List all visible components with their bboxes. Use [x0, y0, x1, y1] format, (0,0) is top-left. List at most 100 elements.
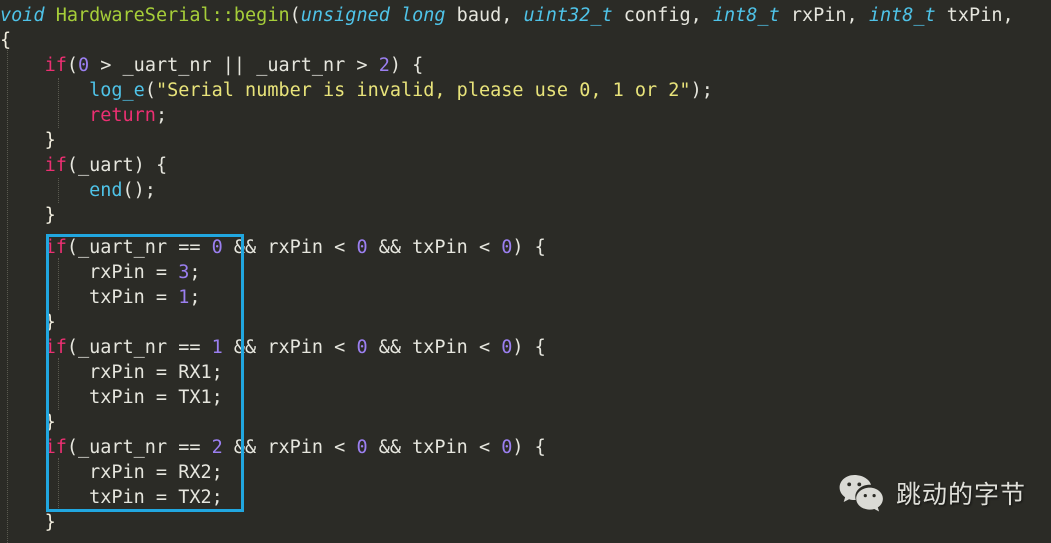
code-token: if — [44, 155, 67, 176]
code-line[interactable]: void HardwareSerial::begin(unsigned long… — [0, 3, 1014, 28]
code-token: && txPin < — [367, 337, 502, 358]
code-token: (); — [122, 180, 156, 201]
code-line[interactable]: if(_uart_nr == 1 && rxPin < 0 && txPin <… — [0, 335, 546, 360]
code-line[interactable]: rxPin = RX2; — [0, 460, 223, 485]
code-editor-area[interactable]: void HardwareSerial::begin(unsigned long… — [0, 0, 1051, 543]
code-token: (_uart_nr == — [66, 337, 212, 358]
code-line[interactable]: } — [0, 410, 56, 435]
code-token: ( — [144, 80, 156, 101]
code-token: 0 — [501, 337, 513, 358]
code-line[interactable]: if(0 > _uart_nr || _uart_nr > 2) { — [0, 53, 424, 78]
code-token: 0 — [356, 437, 368, 458]
code-token: if — [44, 337, 67, 358]
code-token: (_uart_nr == — [66, 237, 212, 258]
code-token: void — [0, 5, 45, 26]
code-token: 0 — [356, 337, 368, 358]
code-token: rxPin = — [0, 262, 179, 283]
code-token: && rxPin < — [222, 237, 357, 258]
code-token: 0 — [356, 237, 368, 258]
code-screenshot: void HardwareSerial::begin(unsigned long… — [0, 0, 1051, 543]
code-token: 3 — [178, 262, 190, 283]
code-token: rxPin = RX1; — [0, 362, 223, 383]
code-line[interactable]: } — [0, 128, 56, 153]
code-token: if — [44, 55, 67, 76]
code-token: 1 — [211, 337, 223, 358]
code-line[interactable]: } — [0, 510, 56, 535]
code-token: HardwareSerial::begin — [55, 5, 290, 26]
code-line[interactable]: } — [0, 310, 56, 335]
code-token: (_uart_nr == — [66, 437, 212, 458]
code-token: ; — [155, 105, 168, 126]
code-token: config, — [612, 5, 713, 26]
code-token: ); — [690, 80, 713, 101]
watermark-label: 跳动的字节 — [896, 480, 1027, 509]
code-token: } — [44, 130, 56, 151]
code-token: ( — [289, 5, 301, 26]
code-token: ) { — [389, 55, 424, 76]
code-token: 2 — [378, 55, 390, 76]
code-line[interactable]: rxPin = RX1; — [0, 360, 223, 385]
code-line[interactable]: log_e("Serial number is invalid, please … — [0, 78, 713, 103]
code-token: end — [89, 180, 123, 201]
code-token: int8_t — [868, 5, 936, 26]
code-token: 1 — [178, 287, 190, 308]
code-token: txPin = — [0, 287, 179, 308]
code-token: baud, — [445, 5, 524, 26]
code-token: 0 — [501, 237, 513, 258]
code-line[interactable]: txPin = 1; — [0, 285, 201, 310]
code-line[interactable]: txPin = TX2; — [0, 485, 223, 510]
code-token: rxPin = RX2; — [0, 462, 223, 483]
code-token: "Serial number is invalid, please use 0,… — [155, 80, 691, 101]
code-token: } — [44, 512, 56, 533]
watermark: 跳动的字节 — [838, 473, 1026, 513]
code-token: txPin = TX1; — [0, 387, 223, 408]
code-line[interactable]: if(_uart) { — [0, 153, 168, 178]
code-token: rxPin, — [779, 5, 869, 26]
code-line[interactable]: } — [0, 203, 56, 228]
code-token: txPin = TX2; — [0, 487, 223, 508]
code-line[interactable]: { — [0, 28, 11, 53]
code-token: ) { — [512, 437, 546, 458]
code-token: && txPin < — [367, 237, 502, 258]
code-token: (_uart) { — [66, 155, 168, 176]
code-line[interactable]: end(); — [0, 178, 156, 203]
code-token: } — [44, 312, 56, 333]
code-token: log_e — [89, 80, 145, 101]
code-token: } — [44, 412, 56, 433]
code-token: uint32_t — [523, 5, 613, 26]
code-token: if — [44, 437, 67, 458]
code-token: int8_t — [712, 5, 780, 26]
code-token: { — [0, 30, 12, 51]
code-token: 0 — [77, 55, 90, 76]
code-token: if — [44, 237, 67, 258]
code-token: ) { — [512, 337, 546, 358]
code-token: ) { — [512, 237, 546, 258]
code-token: 0 — [501, 437, 513, 458]
code-line[interactable]: if(_uart_nr == 2 && rxPin < 0 && txPin <… — [0, 435, 546, 460]
code-token: 2 — [211, 437, 223, 458]
code-line[interactable]: rxPin = 3; — [0, 260, 200, 285]
code-line[interactable]: txPin = TX1; — [0, 385, 223, 410]
code-token: } — [44, 205, 56, 226]
wechat-logo-icon — [838, 473, 886, 513]
code-token: > _uart_nr || _uart_nr > — [89, 55, 379, 76]
code-line[interactable]: if(_uart_nr == 0 && rxPin < 0 && txPin <… — [0, 235, 546, 260]
code-token: ; — [189, 287, 201, 308]
code-token: 0 — [211, 237, 223, 258]
code-token: && txPin < — [367, 437, 502, 458]
code-line[interactable]: return; — [0, 103, 167, 128]
